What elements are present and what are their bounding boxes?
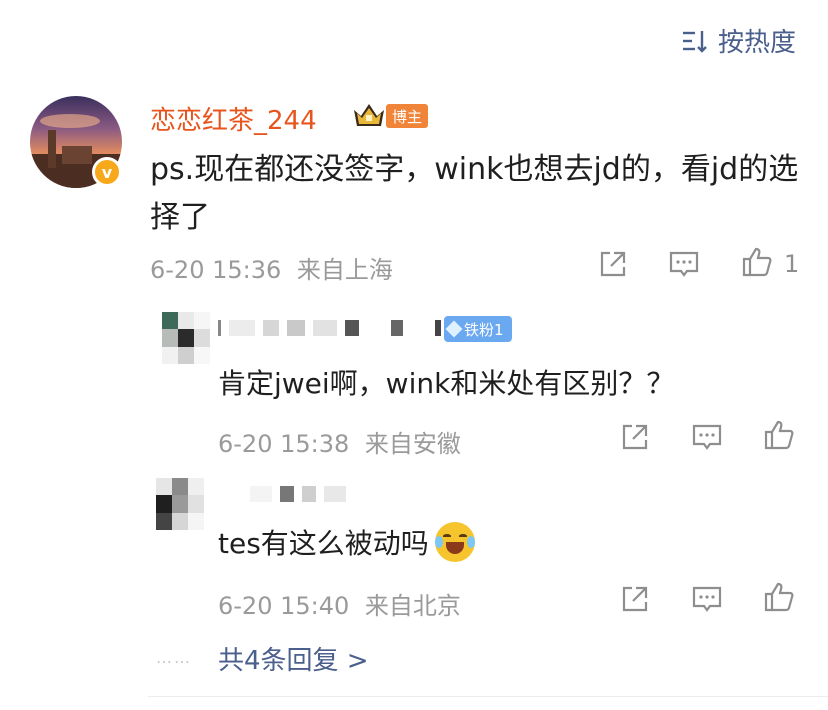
reply-meta: 6-20 15:40 来自北京 <box>218 586 461 621</box>
reply-location: 来自安徽 <box>364 430 461 458</box>
comment-time: 6-20 15:36 <box>150 256 282 284</box>
share-icon <box>622 586 648 612</box>
username-obscured[interactable] <box>218 320 441 336</box>
username[interactable]: 恋恋红茶_244 <box>150 100 317 137</box>
laugh-cry-emoji <box>434 522 475 562</box>
reply-button[interactable] <box>667 247 701 281</box>
share-button[interactable] <box>618 420 652 454</box>
diamond-icon <box>445 320 463 338</box>
share-button[interactable] <box>618 582 652 616</box>
author-badge: 博主 <box>386 104 429 128</box>
thumbs-up-icon <box>764 420 794 450</box>
share-button[interactable] <box>596 247 630 281</box>
crown-icon <box>354 104 384 126</box>
reply-meta: 6-20 15:38 来自安徽 <box>218 424 461 459</box>
like-button[interactable] <box>762 418 796 452</box>
comment-meta: 6-20 15:36 来自上海 <box>150 250 393 285</box>
sort-icon <box>682 30 707 53</box>
comment-icon <box>692 586 722 612</box>
reply-button[interactable] <box>690 582 724 616</box>
comment-icon <box>692 424 722 450</box>
reply-button[interactable] <box>690 420 724 454</box>
thumbs-up-icon <box>742 247 772 277</box>
sort-label: 按热度 <box>717 28 796 58</box>
share-icon <box>600 251 626 277</box>
comment-icon <box>669 251 699 277</box>
sort-by-hot-button[interactable]: 按热度 <box>680 22 796 59</box>
reply-location: 来自北京 <box>364 592 461 620</box>
comment-location: 来自上海 <box>296 256 393 284</box>
reply-time: 6-20 15:40 <box>218 592 350 620</box>
comment-text: ps.现在都还没签字，wink也想去jd的，看jd的选择了 <box>150 152 799 235</box>
username-obscured[interactable] <box>250 486 346 502</box>
avatar[interactable] <box>162 312 210 364</box>
verified-badge: v <box>92 157 122 187</box>
like-button[interactable] <box>762 580 796 614</box>
reply-text: 肯定jwei啊，wink和米处有区别？？ <box>218 367 675 400</box>
thumbs-up-icon <box>764 582 794 612</box>
avatar[interactable] <box>156 478 204 530</box>
dots-divider: …… <box>156 648 192 667</box>
like-count: 1 <box>784 250 800 278</box>
view-all-replies-link[interactable]: 共4条回复 > <box>218 640 369 677</box>
fan-badge: 铁粉1 <box>444 316 512 342</box>
divider <box>148 696 828 697</box>
reply-time: 6-20 15:38 <box>218 430 350 458</box>
reply-text: tes有这么被动吗 <box>218 522 475 562</box>
like-button[interactable] <box>740 245 774 279</box>
share-icon <box>622 424 648 450</box>
